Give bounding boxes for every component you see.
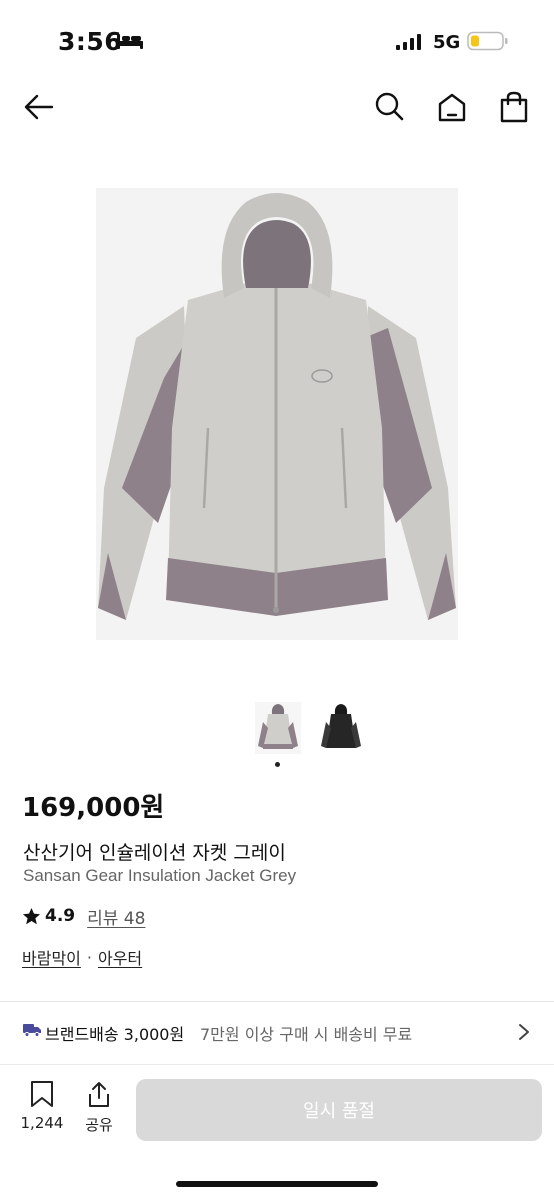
- thumbnail-grey-image: [258, 704, 298, 749]
- shopping-bag-icon[interactable]: [497, 90, 531, 124]
- section-divider: [0, 1001, 554, 1002]
- bottom-action-bar: 1,244 공유 일시 품절: [0, 1066, 554, 1200]
- star-icon: [22, 907, 41, 924]
- category-windbreaker-link[interactable]: 바람막이: [22, 945, 81, 969]
- carousel-indicator-dot: [275, 762, 280, 767]
- battery-low-icon: [467, 31, 508, 51]
- category-breadcrumb: 바람막이 · 아우터: [22, 945, 142, 969]
- product-title-korean: 산산기어 인슐레이션 자켓 그레이: [23, 842, 286, 864]
- back-arrow-icon[interactable]: [22, 90, 56, 124]
- thumbnail-black-image: [321, 704, 361, 748]
- bookmark-icon: [31, 1081, 53, 1107]
- thumbnail-black[interactable]: [318, 702, 364, 754]
- bookmark-button[interactable]: 1,244: [18, 1080, 66, 1138]
- bottom-bar-divider: [0, 1064, 554, 1065]
- network-type: 5G: [433, 32, 461, 53]
- status-bar: 3:56 5G: [0, 0, 554, 80]
- rating-row: 4.9 리뷰 48: [22, 904, 145, 929]
- share-button[interactable]: 공유: [80, 1080, 118, 1138]
- rating-value: 4.9: [45, 906, 76, 926]
- top-navigation: [0, 80, 554, 136]
- bookmark-count: 1,244: [20, 1114, 64, 1132]
- category-separator: ·: [86, 947, 92, 967]
- shipping-info-row[interactable]: 브랜드배송 3,000원 7만원 이상 구매 시 배송비 무료: [0, 1003, 554, 1059]
- product-main-image[interactable]: [96, 188, 458, 640]
- jacket-image: [96, 188, 458, 640]
- delivery-truck-icon: [23, 1024, 41, 1037]
- image-thumbnails: [255, 702, 367, 754]
- shipping-fee-label: 브랜드배송 3,000원: [45, 1025, 185, 1044]
- chevron-right-icon: [519, 1024, 529, 1040]
- product-price: 169,000원: [22, 793, 165, 823]
- review-count-link[interactable]: 리뷰 48: [87, 904, 145, 929]
- home-icon[interactable]: [435, 90, 469, 124]
- product-title-english: Sansan Gear Insulation Jacket Grey: [23, 866, 297, 885]
- home-indicator: [176, 1181, 378, 1187]
- free-shipping-note: 7만원 이상 구매 시 배송비 무료: [200, 1025, 413, 1044]
- status-time: 3:56: [58, 27, 123, 56]
- share-label: 공유: [85, 1116, 113, 1134]
- category-outer-link[interactable]: 아우터: [98, 945, 142, 969]
- signal-bars-icon: [396, 34, 421, 50]
- thumbnail-grey[interactable]: [255, 702, 301, 754]
- sold-out-button[interactable]: 일시 품절: [136, 1079, 542, 1141]
- search-icon[interactable]: [372, 90, 406, 124]
- share-icon: [89, 1082, 109, 1107]
- sleep-bed-icon: [117, 34, 143, 49]
